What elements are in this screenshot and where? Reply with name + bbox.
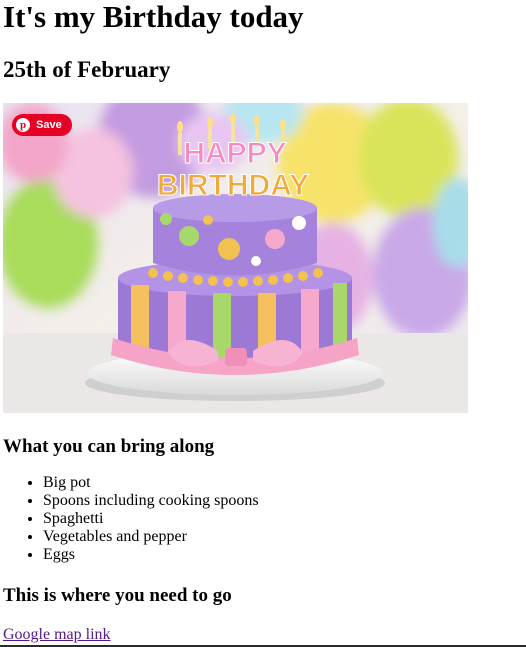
list-item: Vegetables and pepper <box>43 528 259 546</box>
list-item: Big pot <box>43 474 259 492</box>
topper-happy-text: HAPPY <box>183 137 286 170</box>
google-map-link[interactable]: Google map link <box>3 625 111 645</box>
birthday-cake-image: HAPPY BIRTHDAY p Save <box>3 103 468 413</box>
bring-along-heading: What you can bring along <box>3 436 215 457</box>
cake-illustration: HAPPY BIRTHDAY <box>3 103 468 413</box>
page-heading: It's my Birthday today <box>3 0 304 34</box>
pinterest-save-button[interactable]: p Save <box>12 114 72 136</box>
location-heading: This is where you need to go <box>3 585 232 606</box>
cake-top-tier <box>153 194 317 276</box>
list-item: Spaghetti <box>43 510 259 528</box>
list-item: Eggs <box>43 546 259 564</box>
list-item: Spoons including cooking spoons <box>43 492 259 510</box>
topper-birthday-text: BIRTHDAY <box>157 169 309 202</box>
birthday-date: 25th of February <box>3 57 171 82</box>
pinterest-icon: p <box>16 118 30 132</box>
bring-along-list: Big pot Spoons including cooking spoons … <box>3 474 259 564</box>
save-button-label: Save <box>36 119 62 131</box>
